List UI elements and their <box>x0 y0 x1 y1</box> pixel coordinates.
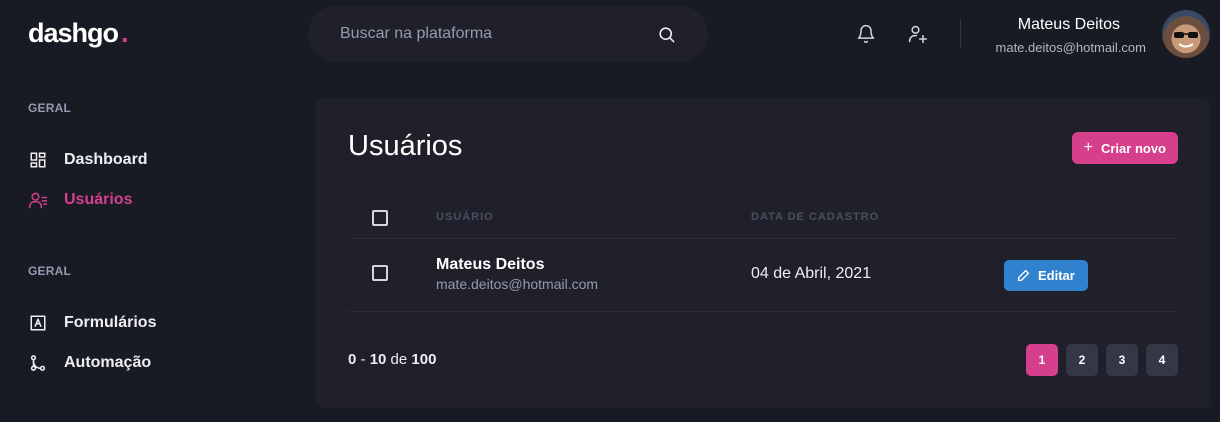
logo-dot: . <box>121 18 128 48</box>
sidebar-section-title: GERAL <box>28 101 71 115</box>
dashboard-icon <box>28 150 48 170</box>
create-new-label: Criar novo <box>1100 140 1166 156</box>
plus-icon: + <box>1083 139 1093 156</box>
sidebar-item-label: Formulários <box>64 314 157 331</box>
pagination-pages: 1 2 3 4 <box>1026 344 1178 376</box>
sidebar-item-forms[interactable]: Formulários <box>28 313 156 333</box>
page-button-4[interactable]: 4 <box>1146 344 1178 376</box>
users-card: Usuários + Criar novo USUÁRIO DATA DE CA… <box>316 98 1210 408</box>
row-checkbox[interactable] <box>372 265 388 281</box>
pagination-to: 10 <box>369 351 387 368</box>
sidebar-item-label: Dashboard <box>64 151 148 168</box>
users-icon <box>28 190 48 210</box>
page-button-1[interactable]: 1 <box>1026 344 1058 376</box>
user-date: 04 de Abril, 2021 <box>751 265 872 282</box>
logo: dashgo. <box>28 18 128 49</box>
form-icon <box>28 313 48 333</box>
page-button-2[interactable]: 2 <box>1066 344 1098 376</box>
search-input[interactable] <box>340 25 656 43</box>
profile-email: mate.deitos@hotmail.com <box>995 40 1146 55</box>
select-all-checkbox[interactable] <box>372 210 388 226</box>
user-name: Mateus Deitos <box>436 256 545 273</box>
sidebar-item-users[interactable]: Usuários <box>28 190 132 210</box>
logo-text: dashgo <box>28 18 119 48</box>
git-branch-icon <box>28 353 48 373</box>
pagination-of: de <box>386 351 412 368</box>
pencil-icon <box>1017 269 1030 282</box>
bell-icon[interactable] <box>856 24 876 44</box>
sidebar-section-title: GERAL <box>28 264 71 278</box>
pagination-total: 100 <box>411 351 437 368</box>
page-title: Usuários <box>348 130 463 162</box>
column-header-user: USUÁRIO <box>436 211 494 223</box>
page-button-3[interactable]: 3 <box>1106 344 1138 376</box>
table-divider <box>348 311 1178 312</box>
user-email: mate.deitos@hotmail.com <box>436 276 599 292</box>
sidebar-item-automation[interactable]: Automação <box>28 353 151 373</box>
add-user-icon[interactable] <box>908 24 928 44</box>
search-icon[interactable] <box>656 24 676 44</box>
pagination-info: 0 - 10 de 100 <box>348 351 436 368</box>
search-bar[interactable] <box>308 6 708 62</box>
edit-button[interactable]: Editar <box>1004 260 1088 291</box>
pagination-sep: - <box>356 351 370 368</box>
sidebar-item-dashboard[interactable]: Dashboard <box>28 150 148 170</box>
edit-label: Editar <box>1038 268 1075 283</box>
table-divider <box>348 238 1178 239</box>
sidebar-item-label: Usuários <box>64 191 133 208</box>
avatar[interactable] <box>1162 10 1210 58</box>
header-divider <box>960 20 961 48</box>
create-new-button[interactable]: + Criar novo <box>1071 132 1178 164</box>
profile-name: Mateus Deitos <box>1017 16 1120 33</box>
sidebar-item-label: Automação <box>64 354 152 371</box>
column-header-date: DATA DE CADASTRO <box>751 211 880 223</box>
